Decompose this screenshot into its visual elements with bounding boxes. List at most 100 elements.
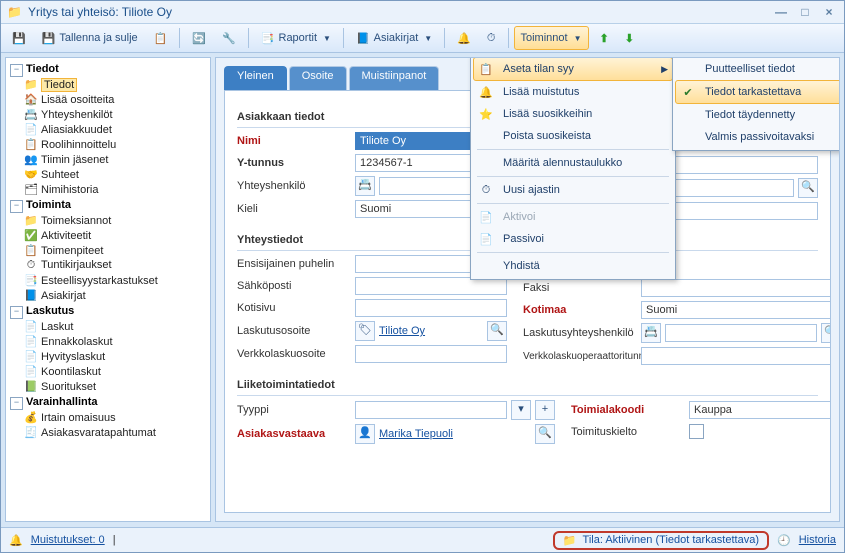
input-fax[interactable] [641,279,831,297]
arrow-down-icon: ⬇ [625,32,634,45]
docs-button[interactable]: 📘 Asiakirjat▼ [349,26,439,50]
label-mgr: Asiakasvastaava [237,428,347,440]
bell-button[interactable]: 🔔 [450,26,478,50]
contact-card-icon[interactable]: 📇 [355,176,375,196]
save-button[interactable]: 💾 [5,26,33,50]
input-web[interactable] [355,299,507,317]
tree-item[interactable]: 📋Toimenpiteet [24,243,208,258]
tree-item[interactable]: 📄Aliasiakkuudet [24,122,208,137]
input-billcontact[interactable] [665,324,817,342]
input-einvop[interactable] [641,347,831,365]
input-type[interactable] [355,401,507,419]
input-einv[interactable] [355,345,507,363]
reports-button[interactable]: 📑 Raportit▼ [254,26,338,50]
menu-passivate[interactable]: 📄Passivoi [473,228,673,250]
tree-item[interactable]: 📄Ennakkolaskut [24,334,208,349]
search-icon[interactable]: 🔍 [535,424,555,444]
docs-label: Asiakirjat [374,32,419,44]
tree-toggle[interactable]: − [10,64,23,77]
tree-item[interactable]: 📁Tiedot [24,77,208,92]
input-country[interactable] [641,301,831,319]
tree-item[interactable]: 📗Suoritukset [24,379,208,394]
tree-item-icon: ⏱ [24,259,38,272]
tree-item[interactable]: 📄Koontilaskut [24,364,208,379]
tab-general[interactable]: Yleinen [224,66,287,90]
tab-address[interactable]: Osoite [289,66,347,90]
nav-tree[interactable]: −Tiedot📁Tiedot🏠Lisää osoitteita📇Yhteyshe… [5,57,211,522]
tree-item[interactable]: 👥Tiimin jäsenet [24,152,208,167]
tree-item-label: Suhteet [41,169,79,181]
minimize-button[interactable]: — [772,5,790,19]
status-reminders[interactable]: Muistutukset: 0 [31,534,105,546]
status-state[interactable]: Tila: Aktiivinen (Tiedot tarkastettava) [583,534,759,546]
reports-label: Raportit [279,32,318,44]
prev-button[interactable]: ⬆ [593,26,616,50]
label-contact: Yhteyshenkilö [237,180,347,192]
tree-item[interactable]: ⏱Tuntikirjaukset [24,258,208,273]
label-email: Sähköposti [237,280,347,292]
tree-item-icon: 🧾 [24,426,38,439]
add-icon[interactable]: + [535,400,555,420]
next-button[interactable]: ⬇ [618,26,641,50]
tree-item[interactable]: 🧾Asiakasvaratapahtumat [24,425,208,440]
tab-notes[interactable]: Muistiinpanot [349,66,440,90]
save-close-button[interactable]: 💾 Tallenna ja sulje [35,26,145,50]
submenu-checked[interactable]: ✔Tiedot tarkastettava [675,80,840,104]
address-card-icon[interactable]: 🏷 [355,321,375,341]
tree-item[interactable]: 📄Hyvityslaskut [24,349,208,364]
link-billaddr[interactable]: Tiliote Oy [379,325,425,337]
tree-item[interactable]: ✅Aktiviteetit [24,228,208,243]
close-button[interactable]: × [820,5,838,19]
settings-button[interactable]: 🔧 [215,26,243,50]
contact-card-icon[interactable]: 📇 [641,323,661,343]
tree-toggle[interactable]: − [10,200,23,213]
tree-group[interactable]: Tiedot [26,63,59,75]
chevron-down-icon[interactable]: ▾ [511,400,531,420]
tree-item[interactable]: 📄Laskut [24,319,208,334]
menu-rm-fav[interactable]: Poista suosikeista [473,125,673,147]
checkbox-deliv[interactable] [689,424,704,439]
tree-item[interactable]: 📘Asiakirjat [24,288,208,303]
status-history[interactable]: Historia [799,534,836,546]
link-mgr[interactable]: Marika Tiepuoli [379,428,453,440]
timer-button[interactable]: ⏱ [480,26,503,50]
menu-add-fav[interactable]: ⭐Lisää suosikkeihin [473,103,673,125]
submenu-supplemented[interactable]: Tiedot täydennetty [675,104,840,126]
tree-item-label: Toimenpiteet [41,245,103,257]
tree-group[interactable]: Toiminta [26,199,71,211]
tree-item[interactable]: 📑Esteellisyystarkastukset [24,273,208,288]
menu-merge[interactable]: Yhdistä [473,255,673,277]
tree-toggle[interactable]: − [10,306,23,319]
menu-add-reminder[interactable]: 🔔Lisää muistutus [473,81,673,103]
menu-set-reason[interactable]: 📋Aseta tilan syy▶ Puutteelliset tiedot ✔… [473,57,673,81]
refresh-button[interactable]: 🔄 [185,26,213,50]
tree-item[interactable]: 🏠Lisää osoitteita [24,92,208,107]
arrow-up-icon: ⬆ [600,32,609,45]
label-type: Tyyppi [237,404,347,416]
tree-item[interactable]: 🗂Nimihistoria [24,182,208,197]
submenu-incomplete[interactable]: Puutteelliset tiedot [675,58,840,80]
tree-item[interactable]: 📇Yhteyshenkilöt [24,107,208,122]
search-icon[interactable]: 🔍 [487,321,507,341]
timer-icon: ⏱ [477,181,495,199]
search-icon[interactable]: 🔍 [821,323,831,343]
person-icon[interactable]: 👤 [355,424,375,444]
maximize-button[interactable]: □ [796,5,814,19]
tree-item[interactable]: 📁Toimeksiannot [24,213,208,228]
menu-timer[interactable]: ⏱Uusi ajastin [473,179,673,201]
tree-item[interactable]: 📋Roolihinnoittelu [24,137,208,152]
submenu-ready[interactable]: Valmis passivoitavaksi [675,126,840,148]
actions-button[interactable]: Toiminnot▼ [514,26,589,50]
tree-group[interactable]: Laskutus [26,305,74,317]
copy-button[interactable]: 📋 [147,26,175,50]
tree-item[interactable]: 🤝Suhteet [24,167,208,182]
input-sector[interactable] [689,401,831,419]
tree-item-label: Asiakirjat [41,290,86,302]
menu-discount[interactable]: Määritä alennustaulukko [473,152,673,174]
tree-toggle[interactable]: − [10,397,23,410]
search-icon[interactable]: 🔍 [798,178,818,198]
tree-group[interactable]: Varainhallinta [26,396,98,408]
tree-item[interactable]: 💰Irtain omaisuus [24,410,208,425]
tree-item-label: Nimihistoria [41,184,98,196]
label-phone: Ensisijainen puhelin [237,258,347,270]
